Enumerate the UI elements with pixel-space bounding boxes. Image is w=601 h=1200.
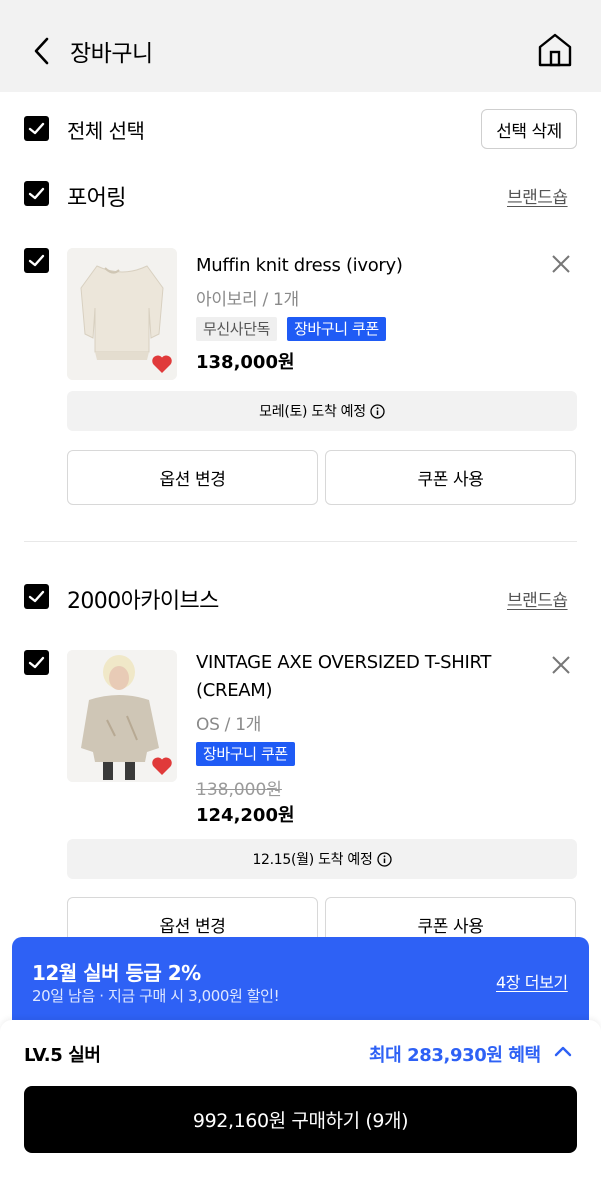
info-icon[interactable] <box>370 403 385 419</box>
cart-coupon-badge: 장바구니 쿠폰 <box>196 742 295 766</box>
brand-checkbox[interactable] <box>24 181 49 206</box>
promo-title: 12월 실버 등급 2% <box>32 961 201 985</box>
product-option: 아이보리 / 1개 <box>196 290 299 310</box>
check-icon <box>28 122 45 135</box>
option-change-button[interactable]: 옵션 변경 <box>67 450 318 505</box>
checkout-bar: LV.5 실버 최대 283,930원 혜택 992,160원 구매하기 (9개… <box>0 1020 601 1200</box>
page-title: 장바구니 <box>70 41 153 67</box>
brand-checkbox[interactable] <box>24 584 49 609</box>
purchase-button[interactable]: 992,160원 구매하기 (9개) <box>24 1086 577 1153</box>
check-icon <box>28 656 45 669</box>
promo-more-link[interactable]: 4장 더보기 <box>496 969 568 993</box>
info-icon[interactable] <box>376 851 392 867</box>
product-price: 124,200원 <box>196 805 295 826</box>
product-image[interactable] <box>67 650 177 782</box>
delete-selected-button[interactable]: 선택 삭제 <box>481 109 577 149</box>
heart-icon[interactable] <box>151 756 173 776</box>
product-name[interactable]: Muffin knit dress (ivory) <box>196 252 526 280</box>
close-icon[interactable] <box>550 654 572 676</box>
member-level: LV.5 실버 <box>24 1045 101 1066</box>
delivery-estimate: 모레(토) 도착 예정 <box>67 391 577 431</box>
home-icon[interactable] <box>537 32 573 68</box>
brand-shop-link[interactable]: 브랜드숍 <box>507 183 568 208</box>
app-header: 장바구니 <box>0 0 601 92</box>
chevron-up-icon[interactable] <box>554 1044 572 1058</box>
select-all-checkbox[interactable] <box>24 116 49 141</box>
check-icon <box>28 187 45 200</box>
brand-name: 포어링 <box>67 186 127 211</box>
close-icon[interactable] <box>550 253 572 275</box>
brand-name: 2000아카이브스 <box>67 589 219 614</box>
select-all-label: 전체 선택 <box>67 119 145 143</box>
promo-subtitle: 20일 남음 · 지금 구매 시 3,000원 할인! <box>32 987 280 1005</box>
back-arrow-icon[interactable] <box>30 36 54 66</box>
product-price: 138,000원 <box>196 352 295 373</box>
coupon-use-button[interactable]: 쿠폰 사용 <box>325 450 576 505</box>
heart-icon[interactable] <box>151 354 173 374</box>
brand-shop-link[interactable]: 브랜드숍 <box>507 586 568 611</box>
check-icon <box>28 590 45 603</box>
max-benefit-toggle[interactable]: 최대 283,930원 혜택 <box>369 1041 541 1067</box>
check-icon <box>28 254 45 267</box>
exclusive-badge: 무신사단독 <box>196 317 278 341</box>
product-option: OS / 1개 <box>196 715 262 735</box>
product-name[interactable]: VINTAGE AXE OVERSIZED T-SHIRT (CREAM) <box>196 649 526 705</box>
item-checkbox[interactable] <box>24 650 49 675</box>
product-image[interactable] <box>67 248 177 380</box>
delivery-text: 모레(토) 도착 예정 <box>259 404 366 420</box>
section-divider <box>24 541 577 542</box>
item-checkbox[interactable] <box>24 248 49 273</box>
original-price: 138,000원 <box>196 780 282 800</box>
cart-coupon-badge: 장바구니 쿠폰 <box>287 317 386 341</box>
delivery-estimate: 12.15(월) 도착 예정 <box>67 839 577 879</box>
delivery-text: 12.15(월) 도착 예정 <box>252 852 373 868</box>
